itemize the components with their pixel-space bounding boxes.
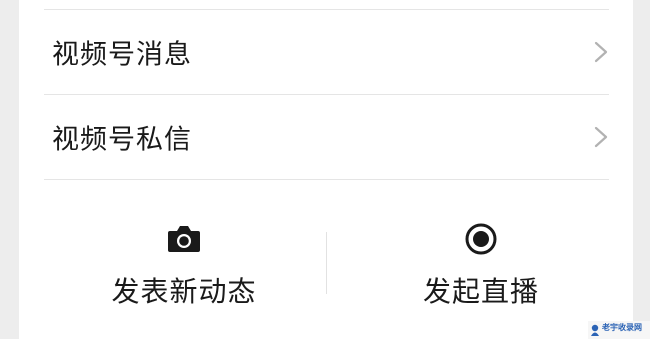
menu-item-channels-messages[interactable]: 视频号消息 — [44, 10, 609, 95]
start-live-label: 发起直播 — [422, 275, 539, 308]
watermark-logo-icon — [591, 324, 599, 336]
post-new-moment-button[interactable]: 发表新动态 — [34, 182, 334, 322]
live-record-icon — [465, 223, 497, 255]
action-bar: 发表新动态 发起直播 — [19, 182, 633, 339]
channels-menu-sheet: 视频号消息 视频号私信 发表新动态 发起直播 — [19, 0, 633, 339]
post-new-moment-label: 发表新动态 — [111, 275, 257, 308]
watermark-text: 老宇收录网 — [602, 323, 642, 332]
start-live-button[interactable]: 发起直播 — [331, 182, 631, 322]
action-divider — [326, 232, 327, 294]
menu-item-label: 视频号消息 — [52, 39, 192, 71]
chevron-right-icon — [594, 126, 608, 148]
camera-icon — [168, 226, 200, 252]
menu-item-label: 视频号私信 — [52, 124, 192, 156]
site-watermark: 老宇收录网 — [588, 321, 650, 339]
menu-item-channels-private-messages[interactable]: 视频号私信 — [44, 95, 609, 180]
chevron-right-icon — [594, 41, 608, 63]
previous-list-item — [44, 0, 609, 10]
